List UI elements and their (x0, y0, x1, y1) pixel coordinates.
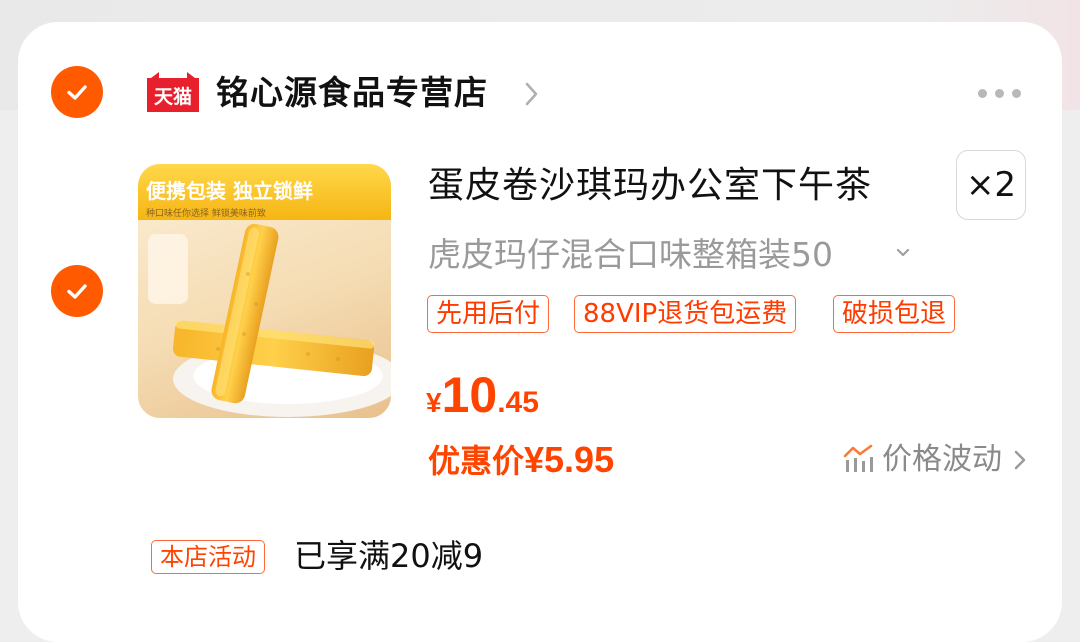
svg-text:天猫: 天猫 (154, 85, 192, 108)
more-options-icon[interactable] (978, 84, 1024, 102)
checkmark-icon (67, 85, 87, 100)
product-title[interactable]: 蛋皮卷沙琪玛办公室下午茶 (428, 162, 872, 210)
store-promotion-text[interactable]: 已享满20减9 (294, 534, 483, 578)
chevron-right-icon[interactable] (522, 80, 542, 108)
store-select-checkbox[interactable] (51, 66, 103, 118)
checkmark-icon (67, 284, 87, 299)
store-name-link[interactable]: 铭心源食品专营店 (216, 70, 488, 116)
store-promotion-badge: 本店活动 (151, 540, 265, 574)
product-image[interactable]: 便携包装 独立锁鲜 种口味任你选择 鲜锁美味前致 (138, 164, 391, 418)
chevron-right-icon[interactable] (1012, 448, 1028, 472)
sku-selector[interactable]: 虎皮玛仔混合口味整箱装50 (428, 232, 833, 278)
product-price: ¥10.45 (426, 366, 539, 424)
svg-text:种口味任你选择 鲜锁美味前致: 种口味任你选择 鲜锁美味前致 (146, 207, 266, 219)
item-select-checkbox[interactable] (51, 265, 103, 317)
tag-damage-refund: 破损包退 (833, 295, 956, 333)
tmall-logo-icon: 天猫 (147, 72, 199, 112)
price-currency: ¥ (426, 387, 442, 418)
tag-88vip-return-shipping: 88VIP退货包运费 (574, 295, 797, 333)
discount-label: 优惠价 (428, 442, 525, 480)
price-decimal: .45 (497, 386, 539, 419)
chevron-down-icon[interactable] (893, 243, 913, 263)
discount-amount: ¥5.95 (524, 439, 615, 480)
price-trend-icon[interactable] (843, 444, 875, 474)
tag-pay-later: 先用后付 (427, 295, 550, 333)
discounted-price: 优惠价¥5.95 (428, 438, 614, 483)
price-integer: 10 (441, 367, 498, 423)
svg-text:便携包装 独立锁鲜: 便携包装 独立锁鲜 (146, 179, 313, 203)
price-trend-link[interactable]: 价格波动 (882, 438, 1002, 482)
quantity-selector[interactable]: ×2 (956, 150, 1026, 220)
